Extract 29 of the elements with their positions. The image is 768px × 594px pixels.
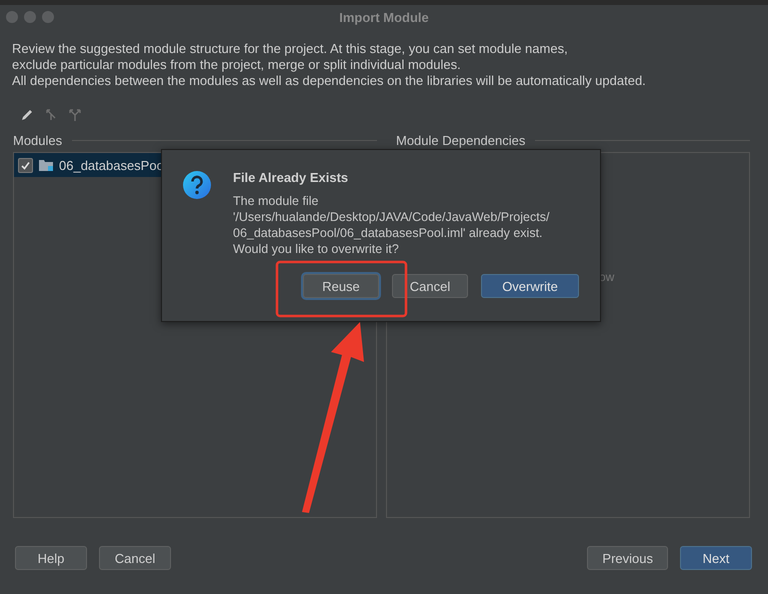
description-line: exclude particular modules from the project, merge or split individual modules.: [12, 57, 462, 73]
window-title: Import Module: [339, 10, 429, 24]
split-icon[interactable]: [68, 108, 82, 122]
next-button[interactable]: Next: [680, 546, 752, 570]
merge-icon[interactable]: [44, 108, 58, 122]
close-window-icon[interactable]: [6, 11, 18, 23]
reuse-button[interactable]: Reuse: [303, 274, 379, 298]
minimize-window-icon[interactable]: [24, 11, 36, 23]
overwrite-button[interactable]: Overwrite: [481, 274, 579, 298]
help-button[interactable]: Help: [15, 546, 87, 570]
description-line: Review the suggested module structure for the project. At this stage, you can set module names,: [12, 41, 569, 57]
checkbox[interactable]: [18, 158, 33, 172]
section-title: Module Dependencies: [396, 132, 526, 148]
module-name: 06_databasesPoo: [59, 158, 164, 172]
folder-icon: [38, 158, 54, 172]
maximize-window-icon[interactable]: [42, 11, 54, 23]
dialog-message-line: '/Users/hualande/Desktop/JAVA/Code/JavaWeb/Projects/: [233, 209, 550, 225]
cancel-button[interactable]: Cancel: [392, 274, 468, 298]
description-line: All dependencies between the modules as well as dependencies on the libraries will be automatically updated.: [12, 73, 647, 89]
previous-button[interactable]: Previous: [587, 546, 668, 570]
pencil-icon[interactable]: [20, 108, 34, 122]
section-title: Modules: [13, 132, 62, 148]
cancel-button[interactable]: Cancel: [99, 546, 171, 570]
question-icon: [182, 170, 212, 200]
dialog-message-line: Would you like to overwrite it?: [233, 241, 400, 257]
checkmark-icon: [20, 160, 31, 170]
dialog-title: File Already Exists: [233, 170, 350, 185]
dialog-message-line: 06_databasesPool/06_databasesPool.iml' already exist.: [233, 225, 544, 241]
dialog-message-line: The module file: [233, 193, 320, 209]
